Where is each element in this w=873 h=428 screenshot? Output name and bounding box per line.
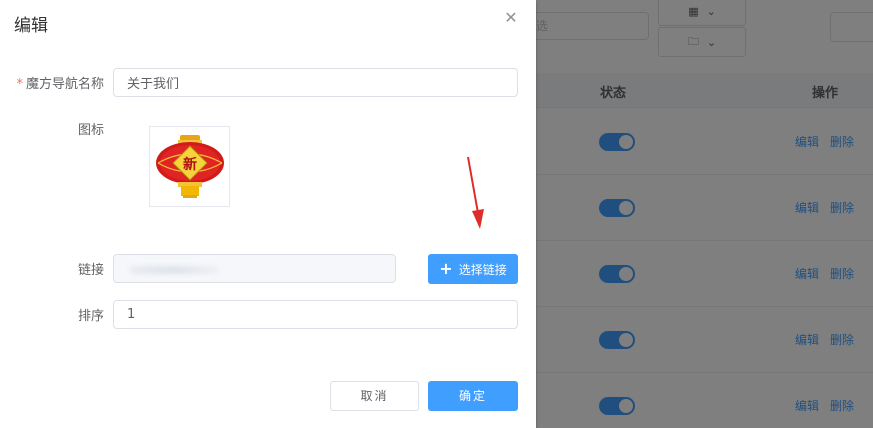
link-input[interactable]: [113, 254, 396, 283]
name-label-text: 魔方导航名称: [25, 77, 104, 92]
name-input[interactable]: [113, 68, 518, 97]
dialog-title: 编辑: [14, 16, 48, 36]
select-link-label: 选择链接: [458, 262, 507, 277]
required-mark: *: [16, 77, 23, 92]
annotation-arrow-icon: [467, 156, 484, 229]
new-year-lantern-icon: 新: [156, 135, 224, 198]
redacted-link-text: [130, 266, 218, 274]
cancel-button[interactable]: 取消: [330, 381, 419, 411]
plus-icon: +: [439, 259, 453, 278]
svg-text:新: 新: [183, 156, 197, 173]
edit-dialog: 编辑 ✕ *魔方导航名称 图标 新 链接 + 选择链接 排序 取消 确定: [0, 0, 536, 428]
confirm-button[interactable]: 确定: [428, 381, 518, 411]
select-link-button[interactable]: + 选择链接: [428, 254, 518, 284]
name-label: * 魔方导航名称: [9, 73, 104, 92]
sort-input[interactable]: [113, 300, 518, 329]
close-icon[interactable]: ✕: [502, 9, 520, 27]
icon-upload[interactable]: 新: [149, 126, 230, 207]
